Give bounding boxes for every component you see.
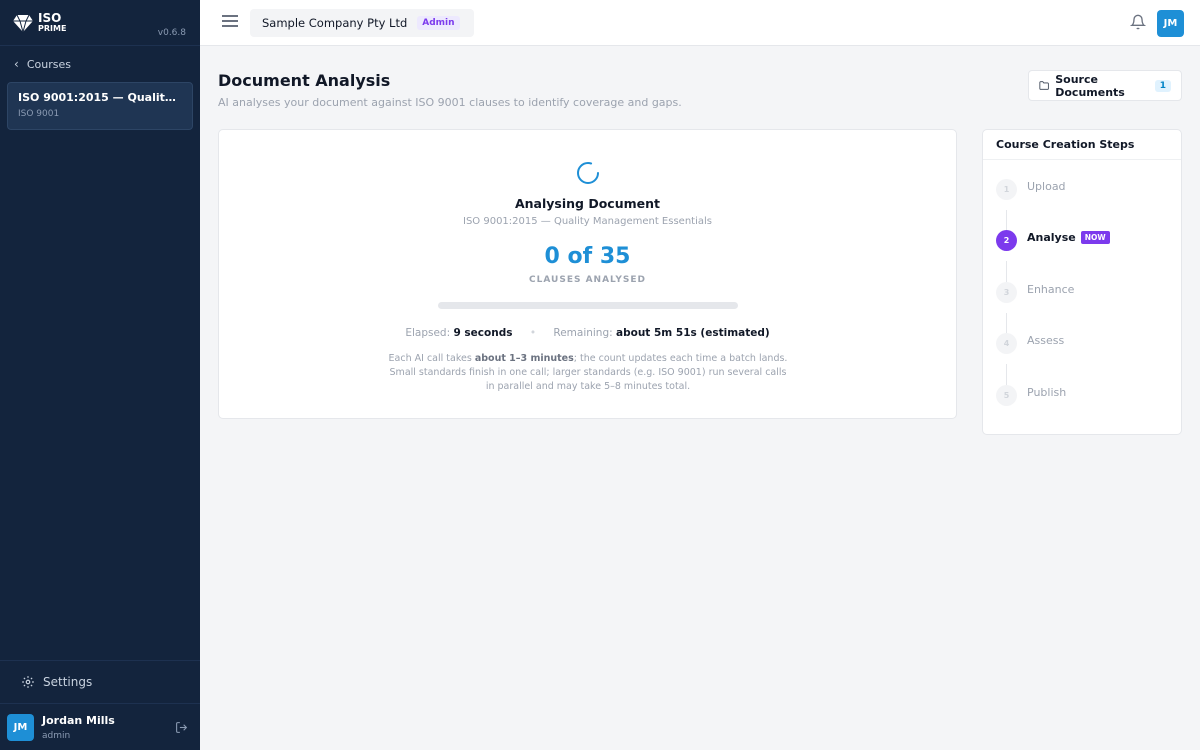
analysis-note: Each AI call takes about 1–3 minutes; th…: [384, 352, 792, 394]
back-link-label: Courses: [26, 57, 71, 71]
loading-spinner-icon: [577, 162, 599, 184]
source-documents-count: 1: [1154, 79, 1171, 92]
course-subtitle: ISO 9001: [18, 109, 60, 119]
chevron-left-icon: ‹: [14, 57, 19, 71]
user-name: Jordan Mills: [42, 713, 115, 727]
topbar: Sample Company Pty Ltd Admin JM: [200, 0, 1200, 46]
remaining-label: Remaining:: [553, 327, 613, 339]
progress-bar: [438, 302, 738, 309]
step-label: Analyse: [1027, 231, 1076, 244]
course-steps-card: Course Creation Steps 1 Upload 2 Analyse…: [982, 129, 1182, 435]
separator-dot: •: [529, 327, 537, 339]
step-connector: [1006, 364, 1007, 386]
settings-link[interactable]: Settings: [0, 660, 200, 703]
page-subtitle: AI analyses your document against ISO 90…: [218, 96, 682, 109]
step-connector: [1006, 210, 1007, 232]
logo-text-line2: PRIME: [38, 24, 67, 33]
settings-label: Settings: [43, 675, 93, 689]
back-to-courses-link[interactable]: ‹ Courses: [0, 46, 200, 82]
menu-icon[interactable]: [222, 15, 238, 29]
analysis-subtitle: ISO 9001:2015 — Quality Management Essen…: [463, 216, 712, 227]
company-name: Sample Company Pty Ltd: [262, 16, 408, 30]
diamond-logo-icon: [13, 14, 33, 34]
steps-title: Course Creation Steps: [983, 130, 1181, 160]
avatar[interactable]: JM: [7, 713, 34, 741]
logo-text-line1: ISO: [38, 11, 62, 25]
source-documents-button[interactable]: Source Documents 1: [1028, 70, 1182, 101]
folder-icon: [1039, 81, 1049, 90]
gear-icon: [22, 676, 34, 688]
now-badge: NOW: [1080, 231, 1110, 244]
step-assess[interactable]: 4 Assess: [996, 333, 1064, 354]
remaining-value: about 5m 51s (estimated): [616, 327, 770, 339]
step-number: 5: [996, 385, 1017, 406]
top-avatar[interactable]: JM: [1157, 10, 1184, 37]
admin-badge: Admin: [417, 16, 460, 30]
analysis-card: Analysing Document ISO 9001:2015 — Quali…: [218, 129, 957, 419]
step-number: 4: [996, 333, 1017, 354]
source-documents-label: Source Documents: [1055, 72, 1125, 99]
elapsed-value: 9 seconds: [453, 327, 513, 339]
step-publish[interactable]: 5 Publish: [996, 385, 1066, 406]
timing-info: Elapsed: 9 seconds • Remaining: about 5m…: [219, 327, 956, 339]
note-part1: Each AI call takes: [388, 353, 475, 364]
sidebar: ISO PRIME v0.6.8 ‹ Courses ISO 9001:2015…: [0, 0, 200, 750]
step-number: 2: [996, 230, 1017, 251]
note-bold: about 1–3 minutes: [474, 353, 574, 364]
clauses-count-label: CLAUSES ANALYSED: [529, 275, 646, 285]
step-upload[interactable]: 1 Upload: [996, 179, 1066, 200]
step-label: Upload: [1027, 180, 1066, 193]
step-label: Publish: [1027, 386, 1067, 399]
step-label-wrap: Analyse NOW: [1027, 230, 1110, 244]
elapsed-label: Elapsed:: [405, 327, 451, 339]
brand-header: ISO PRIME v0.6.8: [0, 0, 200, 46]
version-label: v0.6.8: [157, 28, 186, 38]
clauses-count: 0 of 35: [544, 244, 631, 269]
user-profile: JM Jordan Mills admin: [0, 703, 200, 750]
step-number: 1: [996, 179, 1017, 200]
course-title: ISO 9001:2015 — Quality Management Essen…: [18, 91, 182, 104]
step-enhance[interactable]: 3 Enhance: [996, 282, 1074, 303]
step-connector: [1006, 261, 1007, 283]
step-label: Assess: [1027, 334, 1065, 347]
step-analyse[interactable]: 2 Analyse NOW: [996, 230, 1110, 251]
current-course-item[interactable]: ISO 9001:2015 — Quality Management Essen…: [7, 82, 193, 130]
user-role: admin: [42, 730, 71, 741]
logo[interactable]: ISO PRIME: [12, 12, 66, 34]
logout-icon[interactable]: [175, 721, 188, 734]
bell-icon[interactable]: [1130, 14, 1146, 30]
analysis-title: Analysing Document: [514, 196, 660, 211]
step-label: Enhance: [1027, 283, 1075, 296]
step-connector: [1006, 313, 1007, 335]
page-title: Document Analysis: [218, 71, 391, 90]
step-number: 3: [996, 282, 1017, 303]
company-switcher[interactable]: Sample Company Pty Ltd Admin: [250, 9, 474, 37]
